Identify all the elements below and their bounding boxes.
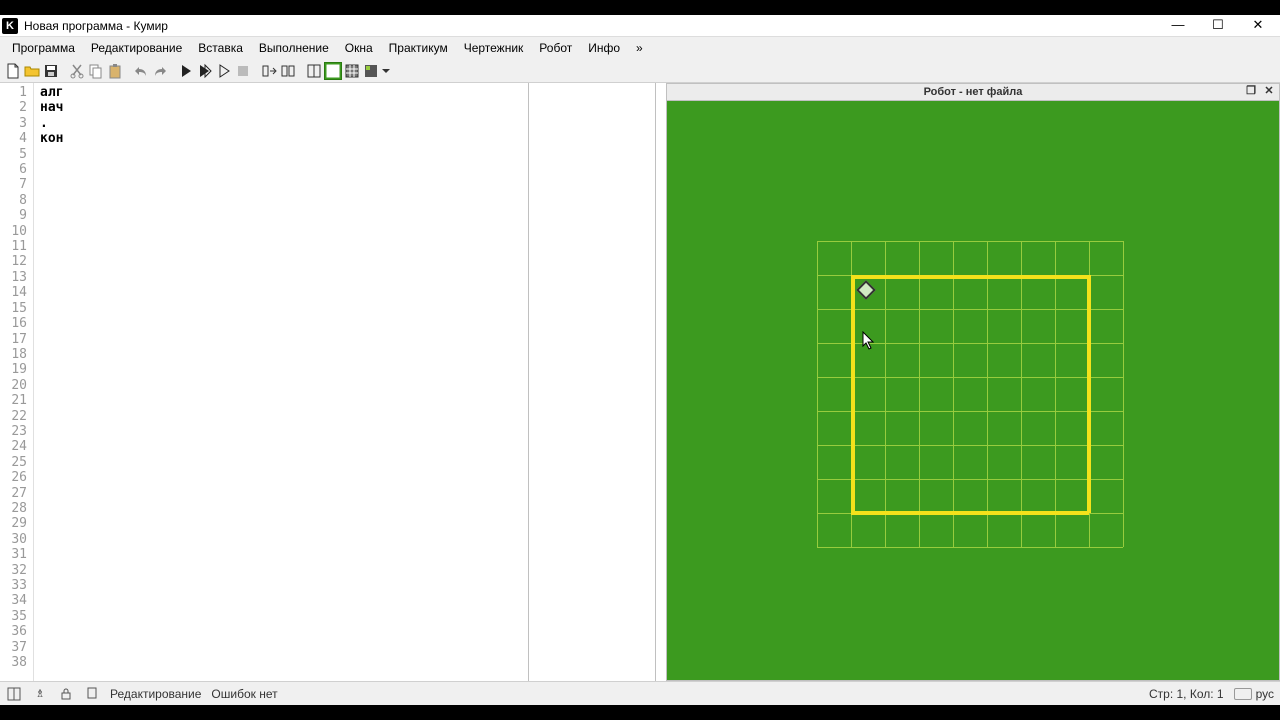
open-file-icon[interactable] (23, 62, 41, 80)
menu-robot[interactable]: Робот (531, 39, 580, 57)
app-icon: K (2, 18, 18, 34)
line-gutter: 1234567891011121314151617181920212223242… (0, 83, 34, 681)
status-bar: ♗ Редактирование Ошибок нет Стр: 1, Кол:… (0, 681, 1280, 705)
toolbar (0, 59, 1280, 83)
editor-panel: 1234567891011121314151617181920212223242… (0, 83, 656, 681)
mouse-cursor-icon (862, 331, 876, 354)
run-step-icon[interactable] (215, 62, 233, 80)
menu-insert[interactable]: Вставка (190, 39, 251, 57)
menu-execute[interactable]: Выполнение (251, 39, 337, 57)
robot-field[interactable] (666, 101, 1280, 681)
robot-panel-title: Робот - нет файла (924, 86, 1023, 98)
paste-icon[interactable] (106, 62, 124, 80)
status-cursor: Стр: 1, Кол: 1 (1149, 687, 1224, 701)
menu-bar: Программа Редактирование Вставка Выполне… (0, 37, 1280, 59)
minimize-button[interactable]: — (1158, 15, 1198, 37)
status-robot-icon[interactable]: ♗ (32, 686, 48, 702)
editor-divider (528, 83, 529, 681)
robot-close-icon[interactable]: ✕ (1261, 85, 1277, 99)
code-line[interactable]: алг (40, 85, 649, 100)
keyboard-icon (1234, 688, 1252, 700)
menu-more[interactable]: » (628, 39, 651, 57)
window-titlebar: K Новая программа - Кумир — ☐ ✕ (0, 15, 1280, 37)
robot-popout-icon[interactable]: ❐ (1243, 85, 1259, 99)
close-button[interactable]: ✕ (1238, 15, 1278, 37)
menu-windows[interactable]: Окна (337, 39, 381, 57)
status-lang[interactable]: рус (1234, 687, 1274, 701)
layout-2-icon[interactable] (324, 62, 342, 80)
robot-panel: Робот - нет файла ❐ ✕ (666, 83, 1280, 681)
code-line[interactable]: нач (40, 100, 649, 115)
menu-edit[interactable]: Редактирование (83, 39, 190, 57)
menu-practicum[interactable]: Практикум (381, 39, 456, 57)
code-line[interactable]: кон (40, 131, 649, 146)
redo-icon[interactable] (151, 62, 169, 80)
new-file-icon[interactable] (4, 62, 22, 80)
step-into-icon[interactable] (260, 62, 278, 80)
undo-icon[interactable] (132, 62, 150, 80)
menu-program[interactable]: Программа (4, 39, 83, 57)
status-lock-icon[interactable] (58, 686, 74, 702)
layout-3-icon[interactable] (343, 62, 361, 80)
status-marker-icon[interactable] (84, 686, 100, 702)
robot-panel-titlebar: Робот - нет файла ❐ ✕ (666, 83, 1280, 101)
run-fast-icon[interactable] (196, 62, 214, 80)
layout-1-icon[interactable] (305, 62, 323, 80)
status-layout-icon[interactable] (6, 686, 22, 702)
save-file-icon[interactable] (42, 62, 60, 80)
maximize-button[interactable]: ☐ (1198, 15, 1238, 37)
status-errors: Ошибок нет (211, 687, 277, 701)
robot-marker (856, 280, 876, 300)
main-area: 1234567891011121314151617181920212223242… (0, 83, 1280, 681)
menu-info[interactable]: Инфо (580, 39, 628, 57)
stop-icon[interactable] (234, 62, 252, 80)
layout-4-icon[interactable] (362, 62, 380, 80)
menu-drawer[interactable]: Чертежник (456, 39, 532, 57)
status-mode: Редактирование (110, 687, 201, 701)
layout-dropdown-icon[interactable] (381, 62, 391, 80)
code-editor[interactable]: алгнач.кон (34, 83, 655, 681)
window-title: Новая программа - Кумир (24, 19, 1158, 33)
run-icon[interactable] (177, 62, 195, 80)
code-line[interactable]: . (40, 116, 649, 131)
step-over-icon[interactable] (279, 62, 297, 80)
cut-icon[interactable] (68, 62, 86, 80)
copy-icon[interactable] (87, 62, 105, 80)
